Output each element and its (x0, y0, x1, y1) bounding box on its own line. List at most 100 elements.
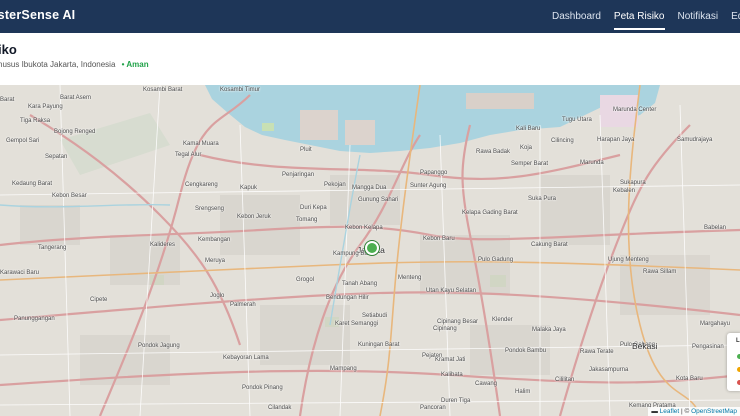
map-label: Pengasinan (692, 344, 724, 350)
risk-map[interactable]: Barat Kosambi Barat Kosambi Timur Kara Payu… (0, 85, 740, 416)
osm-link[interactable]: OpenStreetMap (691, 408, 737, 415)
map-label: Cililitan (555, 377, 575, 383)
jakarta-bay (205, 85, 610, 153)
map-label: Tomang (296, 217, 318, 223)
map-label: Kosambi Timur (220, 87, 261, 93)
map-label: Kampung Bali (333, 251, 371, 257)
map-label: Pancoran (420, 405, 446, 411)
map-label: Cipinang (433, 326, 457, 332)
map-label: Karawaci Baru (0, 270, 40, 276)
map-label: Semper Barat (511, 161, 549, 167)
map-label: Mampang (330, 366, 357, 372)
map-label: Barat (0, 97, 15, 103)
port-pier-2 (345, 120, 375, 145)
map-label: Gempol Sari (6, 138, 40, 144)
map-label: Marunda (580, 160, 604, 166)
map-label: Tiga Raksa (20, 118, 51, 124)
page-title: iko (0, 42, 17, 57)
map-label: Kebalen (613, 188, 636, 194)
map-label: Karet Semanggi (335, 321, 379, 327)
map-label: Cilincing (551, 138, 574, 144)
nav-edukasi[interactable]: Edukasi (731, 11, 740, 22)
map-label: Papanggo (420, 170, 448, 176)
map-label: Tegal Alur (175, 152, 202, 158)
map-label: Barat Asem (60, 95, 92, 101)
nav-links: Dashboard Peta Risiko Notifikasi Edukasi (552, 11, 740, 30)
port-block (466, 93, 534, 109)
port-pier (300, 110, 338, 140)
map-label: Menteng (398, 275, 422, 281)
map-label: Rawa Terate (580, 349, 614, 355)
map-label: Marunda Center (613, 107, 657, 113)
location-text: husus Ibukota Jakarta, Indonesia (0, 60, 116, 69)
map-label: Kapuk (240, 185, 258, 191)
status-badge: • Aman (121, 60, 149, 69)
location-marker[interactable] (365, 241, 379, 255)
map-label: Pulo Gadung (478, 257, 514, 263)
location-line: husus Ibukota Jakarta, Indonesia • Aman (0, 60, 149, 69)
attribution-separator: | © (679, 408, 692, 415)
map-label: Samudrajaya (677, 137, 713, 143)
map-label: Grogol (296, 277, 315, 283)
map-label: Kalideres (150, 242, 176, 248)
leaflet-link[interactable]: Leaflet (660, 408, 680, 415)
map-label: Sepatan (45, 154, 68, 160)
map-label: Sukapura (620, 180, 646, 186)
map-label: Kosambi Barat (143, 87, 183, 93)
map-label: Gunung Sahari (358, 197, 399, 203)
map-label: Setiabudi (362, 313, 388, 319)
map-label: Rawa Badak (476, 149, 511, 155)
map-label: Pondok Pinang (242, 385, 283, 391)
map-label: Duri Kepa (300, 205, 327, 211)
legend-title: L (736, 338, 740, 344)
brand-logo-text[interactable]: isterSense AI (0, 8, 75, 22)
map-label: Bendungan Hilir (326, 295, 369, 301)
map-label: Tangerang (38, 245, 67, 251)
map-label: Panunggangan (14, 316, 55, 322)
map-label: Margahayu (700, 321, 731, 327)
map-label: Koja (520, 145, 533, 151)
nav-dashboard[interactable]: Dashboard (552, 11, 601, 22)
map-label: Duren Tiga (441, 398, 471, 404)
map-label: Rawa Sillam (643, 269, 677, 275)
map-label: Cipinang Besar (437, 319, 479, 325)
map-label: Suka Pura (528, 196, 557, 202)
leaflet-flag-icon: ▬ (651, 408, 658, 415)
map-label: Harapan Jaya (597, 137, 635, 143)
map-label: Mangga Dua (352, 185, 387, 191)
map-label: Bekasi (632, 341, 658, 351)
map-label: Kedaung Barat (12, 181, 53, 187)
map-label: Kamal Muara (183, 141, 219, 147)
risk-legend: L (727, 333, 740, 391)
map-label: Kembangan (198, 237, 231, 243)
map-label: Kara Payung (28, 104, 63, 110)
map-label: Jakasampurna (589, 367, 629, 373)
map-label: Klender (492, 317, 513, 323)
map-label: Kalibata (441, 372, 463, 378)
map-label: Kebon Kelapa (345, 225, 383, 231)
map-label: Bojong Renged (54, 129, 96, 135)
map-label: Meruya (205, 258, 226, 264)
map-label: Malaka Jaya (532, 327, 566, 333)
map-label: Pondok Jagung (138, 343, 180, 349)
nav-notifikasi[interactable]: Notifikasi (678, 11, 719, 22)
map-label: Halim (515, 389, 531, 395)
map-label: Tugu Utara (562, 117, 592, 123)
map-label: Cakung Barat (531, 242, 568, 248)
map-label: Kebayoran Lama (223, 355, 269, 361)
top-navbar: isterSense AI Dashboard Peta Risiko Noti… (0, 0, 740, 33)
map-label: Pluit (300, 147, 312, 153)
map-label: Kota Baru (676, 376, 703, 382)
map-label: Utan Kayu Selatan (426, 288, 477, 294)
map-label: Ujung Menteng (608, 257, 649, 263)
map-label: Tanah Abang (342, 281, 378, 287)
map-label: Kebon Baru (423, 236, 455, 242)
nav-peta-risiko[interactable]: Peta Risiko (613, 11, 665, 30)
park (262, 123, 274, 131)
map-label: Sunter Agung (410, 183, 447, 189)
map-label: Kuningan Barat (358, 342, 400, 348)
map-label: Cipete (90, 297, 108, 303)
map-label: Kebon Besar (52, 193, 87, 199)
map-label: Kramat Jati (435, 357, 466, 363)
map-label: Palmerah (230, 302, 256, 308)
